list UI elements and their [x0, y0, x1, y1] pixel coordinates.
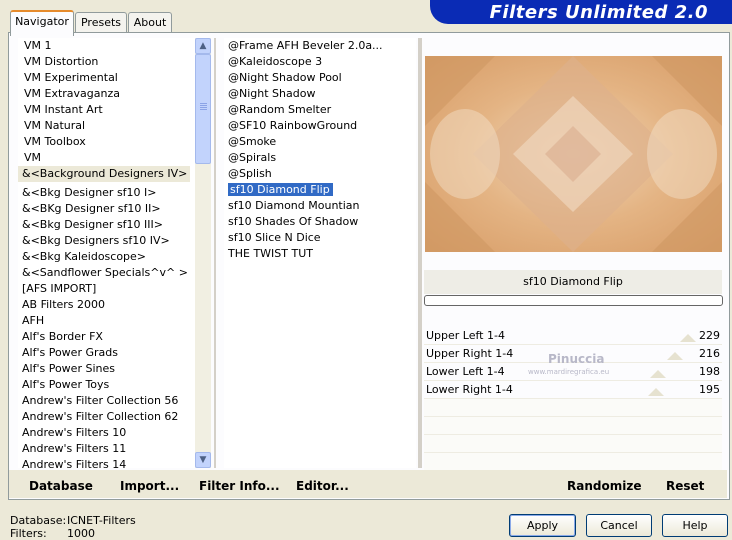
- tab-about[interactable]: About: [128, 12, 172, 33]
- filter-item[interactable]: @SF10 RainbowGround: [224, 118, 416, 134]
- filter-item[interactable]: @Random Smelter: [224, 102, 416, 118]
- category-item[interactable]: Alf's Power Toys: [18, 377, 195, 393]
- category-item[interactable]: &<Bkg Designer sf10 I>: [18, 185, 195, 201]
- category-item[interactable]: &<Background Designers IV>: [18, 166, 191, 182]
- filter-name-label: sf10 Diamond Flip: [424, 270, 722, 294]
- watermark-url: www.mardiregrafica.eu: [528, 368, 610, 376]
- selected-filter-label[interactable]: sf10 Diamond Flip: [228, 183, 333, 196]
- category-item[interactable]: Alf's Border FX: [18, 329, 195, 345]
- scroll-thumb[interactable]: [195, 54, 211, 164]
- filter-item[interactable]: @Smoke: [224, 134, 416, 150]
- param-value: 216: [699, 347, 720, 360]
- title-banner: Filters Unlimited 2.0: [430, 0, 732, 24]
- param-value: 198: [699, 365, 720, 378]
- category-item[interactable]: &<Bkg Kaleidoscope>: [18, 249, 195, 265]
- param-label: Upper Right 1-4: [426, 347, 514, 360]
- banner-title: Filters Unlimited 2.0: [489, 2, 708, 23]
- filter-info-button[interactable]: Filter Info...: [199, 479, 280, 493]
- slider-thumb[interactable]: [680, 334, 696, 342]
- category-list[interactable]: VM 1 VM Distortion VM Experimental VM Extra…: [18, 38, 195, 471]
- database-value: ICNET-Filters: [67, 514, 136, 527]
- category-item[interactable]: &<Bkg Designer sf10 III>: [18, 217, 195, 233]
- filter-item[interactable]: sf10 Shades Of Shadow: [224, 214, 416, 230]
- filter-item[interactable]: @Night Shadow: [224, 86, 416, 102]
- param-label: Lower Right 1-4: [426, 383, 513, 396]
- category-item[interactable]: Andrew's Filters 11: [18, 441, 195, 457]
- slider-thumb[interactable]: [648, 388, 664, 396]
- database-button[interactable]: Database: [29, 479, 93, 493]
- filter-item[interactable]: THE TWIST TUT: [224, 246, 416, 262]
- scroll-up-button[interactable]: ▲: [195, 38, 211, 54]
- reset-button[interactable]: Reset: [666, 479, 704, 493]
- empty-param-row: [424, 417, 722, 435]
- category-item[interactable]: VM Distortion: [18, 54, 195, 70]
- category-item[interactable]: VM: [18, 150, 195, 166]
- filter-item[interactable]: @Splish: [224, 166, 416, 182]
- category-item[interactable]: Andrew's Filter Collection 56: [18, 393, 195, 409]
- param-label: Upper Left 1-4: [426, 329, 505, 342]
- editor-button[interactable]: Editor...: [296, 479, 349, 493]
- category-item[interactable]: Alf's Power Grads: [18, 345, 195, 361]
- category-item[interactable]: Andrew's Filters 10: [18, 425, 195, 441]
- filter-item[interactable]: sf10 Slice N Dice: [224, 230, 416, 246]
- grip-icon: [200, 103, 207, 104]
- category-item[interactable]: AFH: [18, 313, 195, 329]
- divider: [214, 38, 216, 468]
- category-scrollbar[interactable]: ▲ ▼: [195, 38, 211, 468]
- category-item[interactable]: VM Toolbox: [18, 134, 195, 150]
- apply-button[interactable]: Apply: [509, 514, 576, 537]
- slider-thumb[interactable]: [667, 352, 683, 360]
- param-upper-left[interactable]: Upper Left 1-4 229: [424, 327, 722, 345]
- category-item[interactable]: VM 1: [18, 38, 195, 54]
- filter-item[interactable]: @Kaleidoscope 3: [224, 54, 416, 70]
- param-lower-right[interactable]: Lower Right 1-4 195: [424, 381, 722, 399]
- filter-item[interactable]: @Frame AFH Beveler 2.0a...: [224, 38, 416, 54]
- filters-label: Filters:: [10, 527, 47, 540]
- watermark-name: Pinuccia: [548, 352, 605, 366]
- tab-presets[interactable]: Presets: [75, 12, 127, 33]
- filter-item[interactable]: @Spirals: [224, 150, 416, 166]
- category-item[interactable]: Andrew's Filter Collection 62: [18, 409, 195, 425]
- filter-list[interactable]: @Frame AFH Beveler 2.0a... @Kaleidoscope …: [224, 38, 416, 468]
- category-item[interactable]: &<Bkg Designers sf10 IV>: [18, 233, 195, 249]
- category-item[interactable]: &<Sandflower Specials^v^ >: [18, 265, 195, 281]
- filter-item[interactable]: @Night Shadow Pool: [224, 70, 416, 86]
- category-item[interactable]: VM Instant Art: [18, 102, 195, 118]
- divider: [418, 38, 422, 468]
- preview-image: [425, 56, 722, 252]
- tab-navigator[interactable]: Navigator: [10, 10, 74, 36]
- category-item[interactable]: [AFS IMPORT]: [18, 281, 195, 297]
- param-label: Lower Left 1-4: [426, 365, 505, 378]
- param-value: 195: [699, 383, 720, 396]
- cancel-button[interactable]: Cancel: [586, 514, 652, 537]
- category-item[interactable]: VM Experimental: [18, 70, 195, 86]
- filter-item[interactable]: sf10 Diamond Mountian: [224, 198, 416, 214]
- import-button[interactable]: Import...: [120, 479, 179, 493]
- category-item[interactable]: &<BKg Designer sf10 II>: [18, 201, 195, 217]
- empty-param-row: [424, 399, 722, 417]
- randomize-button[interactable]: Randomize: [567, 479, 641, 493]
- category-item[interactable]: VM Natural: [18, 118, 195, 134]
- help-button[interactable]: Help: [662, 514, 728, 537]
- category-item[interactable]: VM Extravaganza: [18, 86, 195, 102]
- param-value: 229: [699, 329, 720, 342]
- scroll-down-button[interactable]: ▼: [195, 452, 211, 468]
- progress-bar: [424, 295, 723, 306]
- empty-param-row: [424, 435, 722, 453]
- slider-thumb[interactable]: [650, 370, 666, 378]
- filter-item[interactable]: sf10 Diamond Flip: [224, 182, 416, 198]
- preview-art: [425, 56, 722, 252]
- filters-count: 1000: [67, 527, 95, 540]
- category-item[interactable]: Alf's Power Sines: [18, 361, 195, 377]
- category-item[interactable]: AB Filters 2000: [18, 297, 195, 313]
- empty-param-row: [424, 453, 722, 471]
- database-label: Database:: [10, 514, 67, 527]
